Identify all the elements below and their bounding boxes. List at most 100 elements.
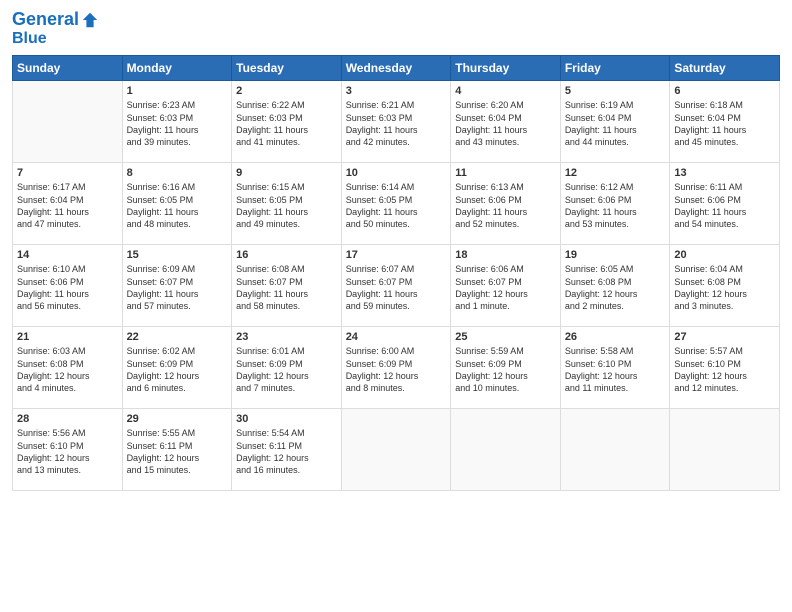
calendar-cell bbox=[13, 81, 123, 163]
calendar-cell bbox=[341, 409, 451, 491]
day-number: 23 bbox=[236, 331, 337, 343]
calendar-cell: 14Sunrise: 6:10 AM Sunset: 6:06 PM Dayli… bbox=[13, 245, 123, 327]
calendar-cell: 20 Sunrise: 6:04 AM Sunset: 6:08 PM Dayli… bbox=[670, 245, 780, 327]
logo-icon bbox=[81, 11, 99, 29]
day-number: 4 bbox=[455, 85, 556, 97]
day-number: 27 bbox=[674, 331, 775, 343]
day-number: 22 bbox=[127, 331, 228, 343]
calendar-cell: 6 Sunrise: 6:18 AM Sunset: 6:04 PM Daylig… bbox=[670, 81, 780, 163]
calendar-table: SundayMondayTuesdayWednesdayThursdayFrid… bbox=[12, 55, 780, 491]
calendar-cell: 25 Sunrise: 5:59 AM Sunset: 6:09 PM Dayli… bbox=[451, 327, 561, 409]
calendar-cell bbox=[560, 409, 670, 491]
day-number: 29 bbox=[127, 413, 228, 425]
day-info: Sunrise: 6:20 AM Sunset: 6:04 PM Dayligh… bbox=[455, 99, 556, 148]
day-number: 12 bbox=[565, 167, 666, 179]
logo-text: General bbox=[12, 10, 79, 30]
day-number: 17 bbox=[346, 249, 447, 261]
day-info: Sunrise: 6:17 AM Sunset: 6:04 PM Dayligh… bbox=[17, 181, 118, 230]
day-info: Sunrise: 6:23 AM Sunset: 6:03 PM Dayligh… bbox=[127, 99, 228, 148]
calendar-cell: 12 Sunrise: 6:12 AM Sunset: 6:06 PM Dayli… bbox=[560, 163, 670, 245]
calendar-cell bbox=[451, 409, 561, 491]
calendar-cell: 27Sunrise: 5:57 AM Sunset: 6:10 PM Dayli… bbox=[670, 327, 780, 409]
calendar-cell: 3 Sunrise: 6:21 AM Sunset: 6:03 PM Daylig… bbox=[341, 81, 451, 163]
day-info: Sunrise: 6:08 AM Sunset: 6:07 PM Dayligh… bbox=[236, 263, 337, 312]
day-info: Sunrise: 6:16 AM Sunset: 6:05 PM Dayligh… bbox=[127, 181, 228, 230]
calendar-cell: 21 Sunrise: 6:03 AM Sunset: 6:08 PM Dayli… bbox=[13, 327, 123, 409]
week-row-4: 21 Sunrise: 6:03 AM Sunset: 6:08 PM Dayli… bbox=[13, 327, 780, 409]
calendar-cell: 16 Sunrise: 6:08 AM Sunset: 6:07 PM Dayli… bbox=[232, 245, 342, 327]
calendar-cell: 23 Sunrise: 6:01 AM Sunset: 6:09 PM Dayli… bbox=[232, 327, 342, 409]
calendar-cell: 7 Sunrise: 6:17 AM Sunset: 6:04 PM Daylig… bbox=[13, 163, 123, 245]
calendar-cell: 1 Sunrise: 6:23 AM Sunset: 6:03 PM Daylig… bbox=[122, 81, 232, 163]
day-info: Sunrise: 6:21 AM Sunset: 6:03 PM Dayligh… bbox=[346, 99, 447, 148]
day-info: Sunrise: 6:02 AM Sunset: 6:09 PM Dayligh… bbox=[127, 345, 228, 394]
day-number: 19 bbox=[565, 249, 666, 261]
calendar-cell: 8 Sunrise: 6:16 AM Sunset: 6:05 PM Daylig… bbox=[122, 163, 232, 245]
day-info: Sunrise: 6:01 AM Sunset: 6:09 PM Dayligh… bbox=[236, 345, 337, 394]
day-number: 11 bbox=[455, 167, 556, 179]
day-number: 9 bbox=[236, 167, 337, 179]
day-number: 20 bbox=[674, 249, 775, 261]
day-number: 1 bbox=[127, 85, 228, 97]
calendar-cell: 5 Sunrise: 6:19 AM Sunset: 6:04 PM Daylig… bbox=[560, 81, 670, 163]
day-info: Sunrise: 6:00 AM Sunset: 6:09 PM Dayligh… bbox=[346, 345, 447, 394]
weekday-header-saturday: Saturday bbox=[670, 56, 780, 81]
day-info: Sunrise: 6:15 AM Sunset: 6:05 PM Dayligh… bbox=[236, 181, 337, 230]
calendar-cell: 10Sunrise: 6:14 AM Sunset: 6:05 PM Dayli… bbox=[341, 163, 451, 245]
day-number: 8 bbox=[127, 167, 228, 179]
weekday-header-tuesday: Tuesday bbox=[232, 56, 342, 81]
day-number: 5 bbox=[565, 85, 666, 97]
day-number: 18 bbox=[455, 249, 556, 261]
day-number: 7 bbox=[17, 167, 118, 179]
weekday-header-friday: Friday bbox=[560, 56, 670, 81]
weekday-header-thursday: Thursday bbox=[451, 56, 561, 81]
weekday-header-row: SundayMondayTuesdayWednesdayThursdayFrid… bbox=[13, 56, 780, 81]
day-number: 21 bbox=[17, 331, 118, 343]
day-number: 25 bbox=[455, 331, 556, 343]
day-info: Sunrise: 6:06 AM Sunset: 6:07 PM Dayligh… bbox=[455, 263, 556, 312]
calendar-cell: 11 Sunrise: 6:13 AM Sunset: 6:06 PM Dayli… bbox=[451, 163, 561, 245]
day-info: Sunrise: 6:13 AM Sunset: 6:06 PM Dayligh… bbox=[455, 181, 556, 230]
day-info: Sunrise: 6:11 AM Sunset: 6:06 PM Dayligh… bbox=[674, 181, 775, 230]
calendar-cell: 18 Sunrise: 6:06 AM Sunset: 6:07 PM Dayli… bbox=[451, 245, 561, 327]
calendar-cell: 24 Sunrise: 6:00 AM Sunset: 6:09 PM Dayli… bbox=[341, 327, 451, 409]
day-info: Sunrise: 6:18 AM Sunset: 6:04 PM Dayligh… bbox=[674, 99, 775, 148]
day-info: Sunrise: 6:07 AM Sunset: 6:07 PM Dayligh… bbox=[346, 263, 447, 312]
day-number: 28 bbox=[17, 413, 118, 425]
day-number: 30 bbox=[236, 413, 337, 425]
day-number: 3 bbox=[346, 85, 447, 97]
day-info: Sunrise: 5:55 AM Sunset: 6:11 PM Dayligh… bbox=[127, 427, 228, 476]
page-container: General Blue SundayMondayTuesdayWednesda… bbox=[0, 0, 792, 499]
week-row-5: 28 Sunrise: 5:56 AM Sunset: 6:10 PM Dayli… bbox=[13, 409, 780, 491]
calendar-cell: 29 Sunrise: 5:55 AM Sunset: 6:11 PM Dayli… bbox=[122, 409, 232, 491]
week-row-3: 14Sunrise: 6:10 AM Sunset: 6:06 PM Dayli… bbox=[13, 245, 780, 327]
weekday-header-sunday: Sunday bbox=[13, 56, 123, 81]
calendar-cell: 22 Sunrise: 6:02 AM Sunset: 6:09 PM Dayli… bbox=[122, 327, 232, 409]
day-info: Sunrise: 6:10 AM Sunset: 6:06 PM Dayligh… bbox=[17, 263, 118, 312]
day-number: 24 bbox=[346, 331, 447, 343]
day-number: 26 bbox=[565, 331, 666, 343]
day-number: 10 bbox=[346, 167, 447, 179]
week-row-2: 7 Sunrise: 6:17 AM Sunset: 6:04 PM Daylig… bbox=[13, 163, 780, 245]
day-number: 6 bbox=[674, 85, 775, 97]
day-info: Sunrise: 5:54 AM Sunset: 6:11 PM Dayligh… bbox=[236, 427, 337, 476]
weekday-header-monday: Monday bbox=[122, 56, 232, 81]
day-info: Sunrise: 6:04 AM Sunset: 6:08 PM Dayligh… bbox=[674, 263, 775, 312]
weekday-header-wednesday: Wednesday bbox=[341, 56, 451, 81]
calendar-cell: 2 Sunrise: 6:22 AM Sunset: 6:03 PM Daylig… bbox=[232, 81, 342, 163]
calendar-cell: 13Sunrise: 6:11 AM Sunset: 6:06 PM Dayli… bbox=[670, 163, 780, 245]
day-number: 2 bbox=[236, 85, 337, 97]
calendar-cell: 30 Sunrise: 5:54 AM Sunset: 6:11 PM Dayli… bbox=[232, 409, 342, 491]
day-info: Sunrise: 6:19 AM Sunset: 6:04 PM Dayligh… bbox=[565, 99, 666, 148]
day-info: Sunrise: 6:22 AM Sunset: 6:03 PM Dayligh… bbox=[236, 99, 337, 148]
day-info: Sunrise: 6:03 AM Sunset: 6:08 PM Dayligh… bbox=[17, 345, 118, 394]
day-info: Sunrise: 6:12 AM Sunset: 6:06 PM Dayligh… bbox=[565, 181, 666, 230]
day-number: 16 bbox=[236, 249, 337, 261]
week-row-1: 1 Sunrise: 6:23 AM Sunset: 6:03 PM Daylig… bbox=[13, 81, 780, 163]
calendar-cell bbox=[670, 409, 780, 491]
day-info: Sunrise: 5:59 AM Sunset: 6:09 PM Dayligh… bbox=[455, 345, 556, 394]
day-info: Sunrise: 5:56 AM Sunset: 6:10 PM Dayligh… bbox=[17, 427, 118, 476]
calendar-cell: 19Sunrise: 6:05 AM Sunset: 6:08 PM Dayli… bbox=[560, 245, 670, 327]
calendar-cell: 4 Sunrise: 6:20 AM Sunset: 6:04 PM Daylig… bbox=[451, 81, 561, 163]
calendar-cell: 26Sunrise: 5:58 AM Sunset: 6:10 PM Dayli… bbox=[560, 327, 670, 409]
